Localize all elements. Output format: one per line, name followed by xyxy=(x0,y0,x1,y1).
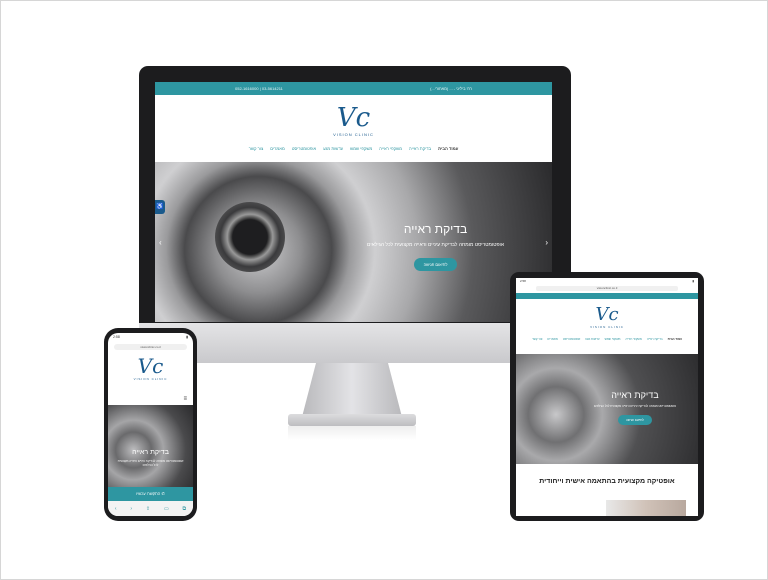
tablet-nav-menu: עמוד הבית בדיקת ראייה משקפי ראייה משקפי … xyxy=(516,337,698,341)
phone-time: 2:58 xyxy=(113,335,120,339)
tablet-hero-content: בדיקת ראייה אופטומטריסט מומחה לבדיקת עינ… xyxy=(594,390,676,426)
nav-item-eye-exam[interactable]: בדיקת ראייה xyxy=(647,337,663,341)
logo-mark: Vc xyxy=(595,304,619,325)
monitor-reflection xyxy=(288,426,416,440)
monitor-chin xyxy=(139,323,571,363)
monitor-foot xyxy=(288,414,416,426)
phone-logo[interactable]: Vc VISION CLINIC xyxy=(108,356,193,381)
desktop-topbar: 052-1616000 | 03-5614211 רח' ביליגי - ..… xyxy=(155,82,552,95)
tablet-time: 2:58 xyxy=(520,279,526,283)
phone-status-bar: 2:58 ▮ xyxy=(108,333,193,343)
nav-item-home[interactable]: עמוד הבית xyxy=(438,146,458,151)
logo-text: VISION CLINIC xyxy=(333,132,374,137)
tablet-section-title: אופטיקה מקצועית בהתאמה אישית וייחודית xyxy=(539,478,675,485)
topbar-phone[interactable]: 052-1616000 | 03-5614211 xyxy=(235,86,283,91)
desktop-logo[interactable]: Vc VISION CLINIC xyxy=(155,105,552,137)
logo-mark: Vc xyxy=(336,103,371,133)
desktop-screen: 052-1616000 | 03-5614211 רח' ביליגי - ..… xyxy=(155,82,552,322)
battery-icon: ▮ xyxy=(692,279,694,283)
tablet-hero: בדיקת ראייה אופטומטריסט מומחה לבדיקת עינ… xyxy=(516,354,698,464)
hero-title: בדיקת ראייה xyxy=(403,222,468,236)
nav-item-glasses[interactable]: משקפי ראייה xyxy=(379,146,402,151)
slider-prev-icon[interactable]: ‹ xyxy=(159,238,162,247)
hero-appointment-button[interactable]: לתיאום פגישה xyxy=(413,258,458,271)
nav-item-articles[interactable]: מאמרים xyxy=(547,337,557,341)
logo-mark: Vc xyxy=(137,354,164,378)
phone-screen: 2:58 ▮ visionclinic.co.il Vc VISION CLIN… xyxy=(108,333,193,516)
battery-icon: ▮ xyxy=(186,335,188,339)
nav-item-contact[interactable]: צור קשר xyxy=(532,337,542,341)
slider-next-icon[interactable]: › xyxy=(545,238,548,247)
tablet-hero-button[interactable]: לתיאום פגישה xyxy=(617,415,652,425)
phone-call-button[interactable]: ✆ התקשרו עכשיו xyxy=(108,487,193,501)
tablet-hero-subtitle: אופטומטריסט מומחה לבדיקת עיניים וראייה מ… xyxy=(593,404,676,408)
tablet-screen: 2:58 ▮ visionclinic.co.il Vc VISION CLIN… xyxy=(516,278,698,516)
topbar-address: רח' ביליגי - ... (מאחורי...) xyxy=(430,86,472,91)
nav-item-glasses[interactable]: משקפי ראייה xyxy=(625,337,641,341)
bookmarks-icon[interactable]: ▭ xyxy=(164,506,169,512)
phone-url-bar[interactable]: visionclinic.co.il xyxy=(114,344,187,350)
desktop-hero-slider: בדיקת ראייה אופטומטריסט מומחה לבדיקת עינ… xyxy=(155,162,552,322)
nav-item-articles[interactable]: מאמרים xyxy=(270,146,284,151)
tablet-topbar xyxy=(516,293,698,299)
nav-item-optometrist[interactable]: אופטומטריסט xyxy=(292,146,316,151)
forward-icon[interactable]: › xyxy=(130,506,132,512)
phone-hero: בדיקת ראייה אופטומטריסט מומחה לבדיקת עינ… xyxy=(108,405,193,495)
phone-call-label: התקשרו עכשיו xyxy=(136,491,161,496)
hamburger-menu-icon[interactable]: ≡ xyxy=(183,396,187,402)
nav-item-contact[interactable]: צור קשר xyxy=(249,146,264,151)
logo-text: VISION CLINIC xyxy=(133,377,168,381)
tablet-hero-title: בדיקת ראייה xyxy=(611,390,659,400)
tablet-url-bar[interactable]: visionclinic.co.il xyxy=(536,286,678,291)
accessibility-icon[interactable]: ♿ xyxy=(155,200,165,214)
tablet-logo[interactable]: Vc VISION CLINIC xyxy=(516,304,698,330)
nav-item-optometrist[interactable]: אופטומטריסט xyxy=(563,337,581,341)
share-icon[interactable]: ⇪ xyxy=(146,506,150,512)
browser-toolbar: ‹ › ⇪ ▭ ⧉ xyxy=(108,501,193,516)
back-icon[interactable]: ‹ xyxy=(115,506,117,512)
nav-item-eye-exam[interactable]: בדיקת ראייה xyxy=(409,146,431,151)
phone-hero-title: בדיקת ראייה xyxy=(132,449,169,456)
hero-lens-image xyxy=(215,202,285,272)
logo-text: VISION CLINIC xyxy=(590,325,624,329)
nav-item-home[interactable]: עמוד הבית xyxy=(668,337,682,341)
nav-item-sunglasses[interactable]: משקפי שמש xyxy=(350,146,372,151)
phone-icon: ✆ xyxy=(160,491,165,496)
nav-item-contact-lenses[interactable]: עדשות מגע xyxy=(585,337,599,341)
team-photo xyxy=(606,500,686,516)
hero-content: בדיקת ראייה אופטומטריסט מומחה לבדיקת עינ… xyxy=(367,222,504,271)
tablet-status-bar: 2:58 ▮ xyxy=(516,278,698,285)
phone-hero-subtitle: אופטומטריסט מומחה לבדיקת עיניים וראייה מ… xyxy=(117,459,184,467)
tabs-icon[interactable]: ⧉ xyxy=(183,506,187,512)
phone-hero-content: בדיקת ראייה אופטומטריסט מומחה לבדיקת עינ… xyxy=(108,449,193,467)
desktop-nav-menu: עמוד הבית בדיקת ראייה משקפי ראייה משקפי … xyxy=(155,146,552,151)
monitor-stand xyxy=(302,363,402,417)
nav-item-contact-lenses[interactable]: עדשות מגע xyxy=(323,146,343,151)
nav-item-sunglasses[interactable]: משקפי שמש xyxy=(605,337,621,341)
hero-subtitle: אופטומטריסט מומחה לבדיקת עיניים וראייה מ… xyxy=(367,242,504,248)
